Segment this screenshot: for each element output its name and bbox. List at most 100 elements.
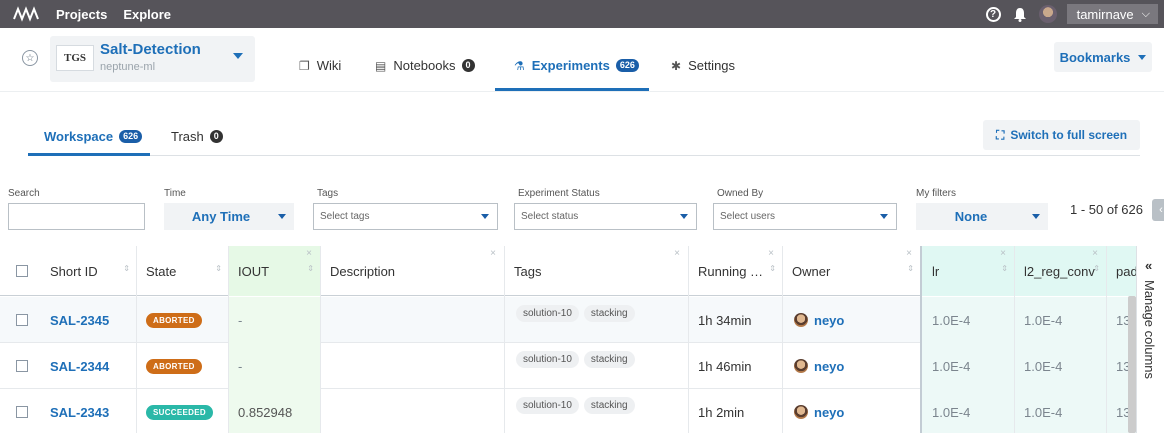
active-workspace-tab-indicator <box>28 153 150 156</box>
remove-column-icon[interactable]: × <box>306 248 312 259</box>
switch-to-full-screen-button[interactable]: ⛶ Switch to full screen <box>983 120 1140 150</box>
column-header-pad[interactable]: pad <box>1106 246 1136 296</box>
column-header-owner[interactable]: Owner × ⇕ <box>782 246 920 296</box>
row-checkbox[interactable] <box>16 314 28 326</box>
project-logo: TGS <box>56 45 94 71</box>
sort-icon[interactable]: ⇕ <box>1093 265 1100 273</box>
my-filters-dropdown[interactable]: None <box>916 203 1048 230</box>
state-cell: ABORTED <box>146 297 202 343</box>
remove-column-icon[interactable]: × <box>1092 248 1098 259</box>
project-header: ☆ TGS Salt-Detection neptune-ml ❐ Wiki ▤… <box>0 28 1164 92</box>
column-header-iout[interactable]: IOUT × ⇕ <box>228 246 320 296</box>
remove-column-icon[interactable]: × <box>1000 248 1006 259</box>
select-all-checkbox[interactable] <box>16 265 28 277</box>
column-header-short-id[interactable]: Short ID ⇕ <box>40 246 136 296</box>
column-divider <box>782 246 783 433</box>
tags-placeholder: Select tags <box>320 211 370 222</box>
tab-notebooks[interactable]: ▤ Notebooks 0 <box>375 58 475 73</box>
caret-down-icon <box>1032 214 1040 219</box>
sort-icon[interactable]: ⇕ <box>907 265 914 273</box>
row-checkbox[interactable] <box>16 360 28 372</box>
l2-reg-conv-cell: 1.0E-4 <box>1014 343 1106 389</box>
owner-cell: neyo <box>794 389 844 433</box>
column-header-l2-reg-conv[interactable]: l2_reg_conv × ⇕ <box>1014 246 1106 296</box>
table-row[interactable]: SAL-2344 ABORTED - solution-10 stacking … <box>0 343 1136 389</box>
remove-column-icon[interactable]: × <box>674 248 680 259</box>
table-row[interactable]: SAL-2345 ABORTED - solution-10 stacking … <box>0 297 1136 343</box>
project-organization: neptune-ml <box>100 61 156 73</box>
column-title: Tags <box>514 263 542 279</box>
tag-chip[interactable]: stacking <box>583 305 635 322</box>
state-badge: ABORTED <box>146 312 202 328</box>
remove-column-icon[interactable]: × <box>490 248 496 259</box>
status-filter-select[interactable]: Select status <box>514 203 697 230</box>
row-select-cell <box>16 297 28 343</box>
sort-icon[interactable]: ⇕ <box>215 265 222 273</box>
time-filter-value: Any Time <box>191 209 251 224</box>
user-menu-button[interactable]: tamirnave ⌵ <box>1066 4 1158 24</box>
sort-icon[interactable]: ⇕ <box>123 265 130 273</box>
help-icon[interactable]: ? <box>985 6 1001 22</box>
sort-icon[interactable]: ⇕ <box>307 265 314 273</box>
owner-link[interactable]: neyo <box>814 405 844 420</box>
tag-chip[interactable]: solution-10 <box>516 305 579 322</box>
short-id-link[interactable]: SAL-2345 <box>50 297 109 343</box>
workspace-count-badge: 626 <box>119 130 143 143</box>
column-header-description[interactable]: Description × <box>320 246 504 296</box>
column-header-tags[interactable]: Tags × <box>504 246 688 296</box>
search-input[interactable] <box>8 203 145 230</box>
tag-chip[interactable]: solution-10 <box>516 351 579 368</box>
notebooks-count-badge: 0 <box>461 59 475 72</box>
table-scrollbar[interactable] <box>1128 296 1136 433</box>
username-label: tamirnave <box>1076 6 1134 22</box>
iout-cell: - <box>228 343 320 389</box>
caret-down-icon <box>278 214 286 219</box>
tab-experiments[interactable]: ⚗ Experiments 626 <box>514 58 639 73</box>
caret-down-icon <box>680 214 688 219</box>
bell-icon[interactable] <box>1013 7 1027 22</box>
column-divider <box>1014 246 1015 433</box>
tags-filter-select[interactable]: Select tags <box>313 203 498 230</box>
table-row[interactable]: SAL-2343 SUCCEEDED 0.852948 solution-10 … <box>0 389 1136 433</box>
nav-explore-link[interactable]: Explore <box>123 7 171 22</box>
owner-avatar <box>794 359 808 373</box>
tab-wiki[interactable]: ❐ Wiki <box>299 58 341 73</box>
tag-chip[interactable]: solution-10 <box>516 397 579 414</box>
pinned-columns-divider[interactable] <box>920 246 922 433</box>
owner-link[interactable]: neyo <box>814 359 844 374</box>
column-title: Owner <box>792 263 831 279</box>
bookmarks-button[interactable]: Bookmarks <box>1054 42 1152 72</box>
star-icon[interactable]: ☆ <box>22 50 38 66</box>
owner-filter-select[interactable]: Select users <box>713 203 897 230</box>
neptune-logo-icon[interactable] <box>12 5 40 23</box>
lr-cell: 1.0E-4 <box>922 343 1014 389</box>
tab-experiments-label: Experiments <box>531 58 610 73</box>
nav-projects-link[interactable]: Projects <box>56 7 107 22</box>
tab-settings[interactable]: ✱ Settings <box>671 58 735 73</box>
search-label: Search <box>8 188 40 199</box>
project-selector[interactable]: TGS Salt-Detection neptune-ml <box>50 36 255 82</box>
top-nav-bar: Projects Explore ? tamirnave ⌵ <box>0 0 1164 28</box>
sort-icon[interactable]: ⇕ <box>769 265 776 273</box>
remove-column-icon[interactable]: × <box>906 248 912 259</box>
owner-link[interactable]: neyo <box>814 313 844 328</box>
column-header-running-time[interactable]: Running … × ⇕ <box>688 246 782 296</box>
short-id-link[interactable]: SAL-2344 <box>50 343 109 389</box>
row-checkbox[interactable] <box>16 406 28 418</box>
column-header-state[interactable]: State ⇕ <box>136 246 228 296</box>
tag-chip[interactable]: stacking <box>583 351 635 368</box>
short-id-link[interactable]: SAL-2343 <box>50 389 109 433</box>
expand-icon: ⛶ <box>995 127 1005 142</box>
sort-icon[interactable]: ⇕ <box>1001 265 1008 273</box>
manage-columns-panel-toggle[interactable]: « Manage columns <box>1136 246 1164 433</box>
running-time-cell: 1h 46min <box>698 358 752 374</box>
tab-workspace[interactable]: Workspace 626 <box>44 129 143 144</box>
chevron-left-icon[interactable]: ‹ <box>1152 199 1164 221</box>
time-filter-dropdown[interactable]: Any Time <box>164 203 294 230</box>
remove-column-icon[interactable]: × <box>768 248 774 259</box>
tab-trash[interactable]: Trash 0 <box>171 129 223 144</box>
iout-cell: - <box>228 297 320 343</box>
user-avatar[interactable] <box>1038 5 1057 23</box>
column-header-lr[interactable]: lr × ⇕ <box>922 246 1014 296</box>
tag-chip[interactable]: stacking <box>583 397 635 414</box>
